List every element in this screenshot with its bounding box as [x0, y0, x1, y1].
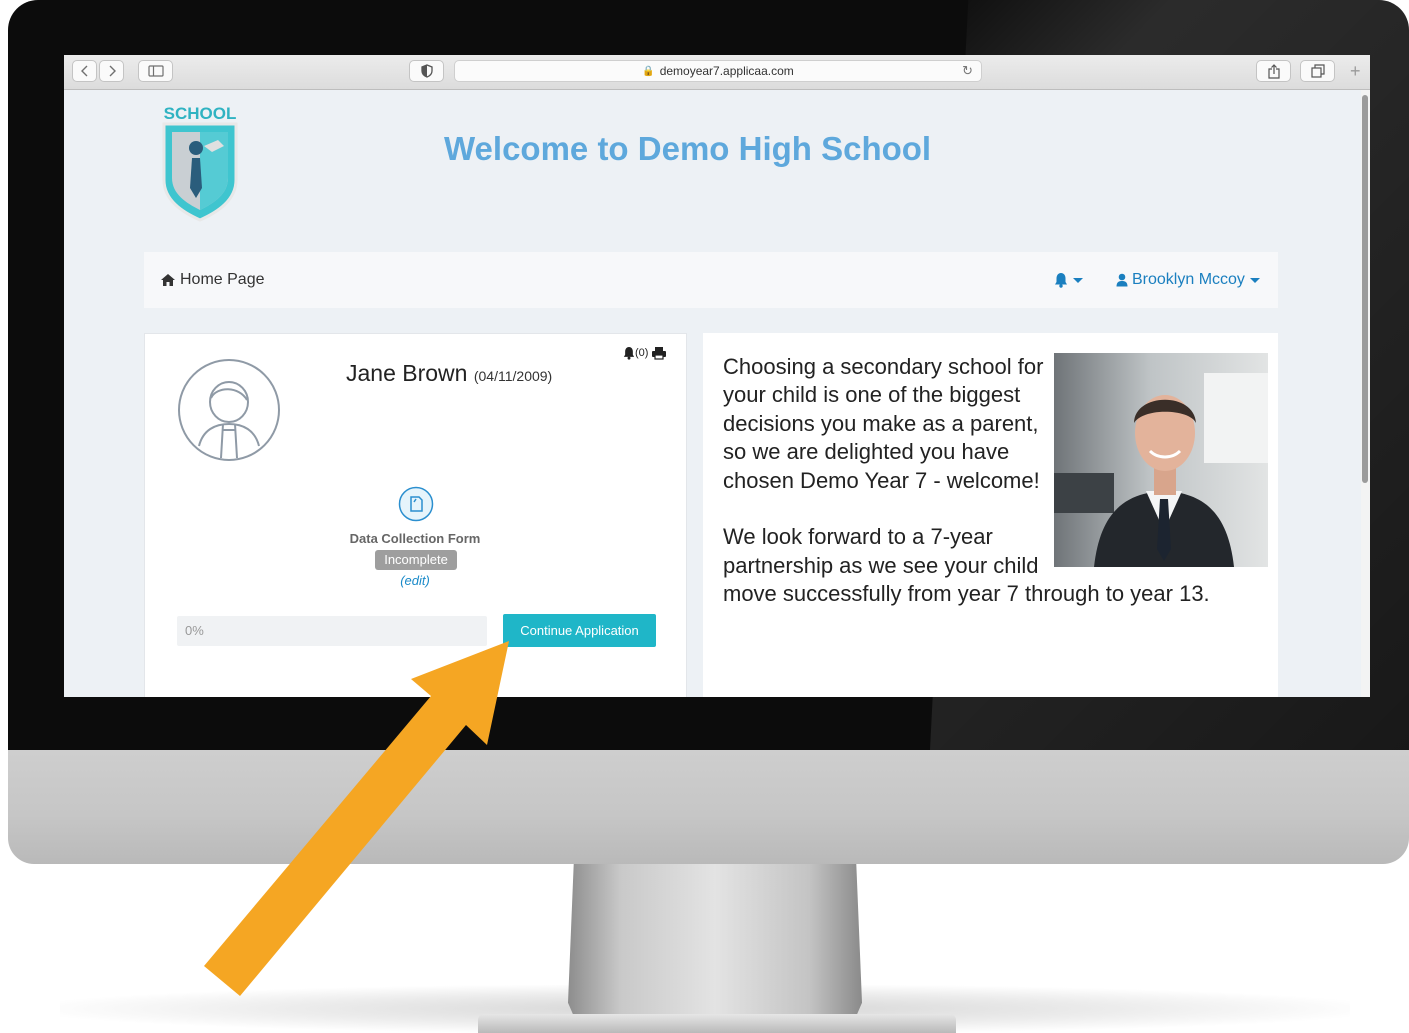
lock-icon: 🔒 — [642, 65, 655, 77]
sidebar-icon — [147, 65, 164, 77]
welcome-paragraph-1: Choosing a secondary school for your chi… — [723, 354, 1044, 493]
welcome-text: Choosing a secondary school for your chi… — [723, 353, 1268, 609]
chevron-down-icon — [1073, 277, 1083, 283]
share-button[interactable] — [1256, 60, 1291, 82]
monitor-screen: 🔒 demoyear7.applicaa.com ↻ + SCHOOL Welc… — [64, 55, 1370, 697]
share-icon — [1267, 63, 1280, 79]
notification-count: (0) — [635, 347, 649, 359]
welcome-panel: Choosing a secondary school for your chi… — [703, 333, 1278, 697]
progress-text: 0% — [185, 623, 204, 638]
back-button[interactable] — [72, 60, 97, 82]
student-name: Jane Brown — [346, 360, 468, 386]
scrollbar-thumb[interactable] — [1362, 95, 1368, 483]
monitor-stand-foot — [478, 1014, 956, 1033]
tabs-overview-button[interactable] — [1300, 60, 1335, 82]
headteacher-photo — [1054, 353, 1268, 567]
user-name: Brooklyn Mccoy — [1132, 271, 1245, 288]
document-icon[interactable] — [398, 486, 434, 522]
sidebar-toggle-button[interactable] — [138, 60, 173, 82]
chevron-left-icon — [80, 65, 87, 77]
avatar-icon — [178, 359, 280, 461]
shield-icon — [420, 64, 433, 78]
card-actions: (0) — [623, 346, 667, 360]
form-title: Data Collection Form — [349, 531, 481, 546]
logo-text: SCHOOL — [164, 104, 237, 123]
chevron-right-icon — [109, 65, 116, 77]
home-icon — [161, 274, 175, 286]
status-badge: Incomplete — [375, 550, 457, 570]
monitor-stand — [568, 860, 862, 1030]
headteacher-photo-image — [1054, 353, 1268, 567]
new-tab-icon[interactable]: + — [1350, 61, 1361, 82]
browser-toolbar: 🔒 demoyear7.applicaa.com ↻ — [64, 55, 1370, 90]
user-menu-dropdown[interactable]: Brooklyn Mccoy — [1116, 271, 1260, 289]
url-bar[interactable]: 🔒 demoyear7.applicaa.com ↻ — [454, 60, 982, 82]
user-icon — [1116, 273, 1128, 287]
url-text: demoyear7.applicaa.com — [659, 64, 794, 78]
student-dob: (04/11/2009) — [473, 368, 553, 384]
nav-home-label: Home Page — [180, 271, 265, 288]
page-title: Welcome to Demo High School — [444, 130, 932, 167]
privacy-shield-button[interactable] — [409, 60, 444, 82]
reload-icon[interactable]: ↻ — [962, 63, 973, 79]
monitor-chin — [8, 742, 1409, 864]
bell-icon — [623, 347, 635, 360]
notifications-dropdown[interactable] — [1054, 272, 1083, 288]
nav-home-link[interactable]: Home Page — [160, 271, 265, 289]
tabs-icon — [1310, 64, 1325, 78]
student-card: Jane Brown (04/11/2009) (0) Data Collect… — [144, 333, 687, 697]
school-logo-icon: SCHOOL — [162, 104, 238, 222]
print-icon[interactable] — [651, 346, 667, 360]
top-navbar: Home Page Brooklyn Mccoy — [144, 252, 1278, 308]
bell-icon — [1055, 273, 1067, 288]
edit-link[interactable]: (edit) — [345, 573, 485, 588]
student-name-line: Jane Brown (04/11/2009) — [346, 360, 552, 387]
continue-application-button[interactable]: Continue Application — [503, 614, 656, 647]
progress-bar: 0% — [177, 616, 487, 646]
web-page: SCHOOL Welcome to Demo High School Home … — [64, 90, 1360, 697]
forward-button[interactable] — [99, 60, 124, 82]
chevron-down-icon — [1249, 277, 1260, 283]
card-notifications[interactable]: (0) — [623, 346, 648, 360]
